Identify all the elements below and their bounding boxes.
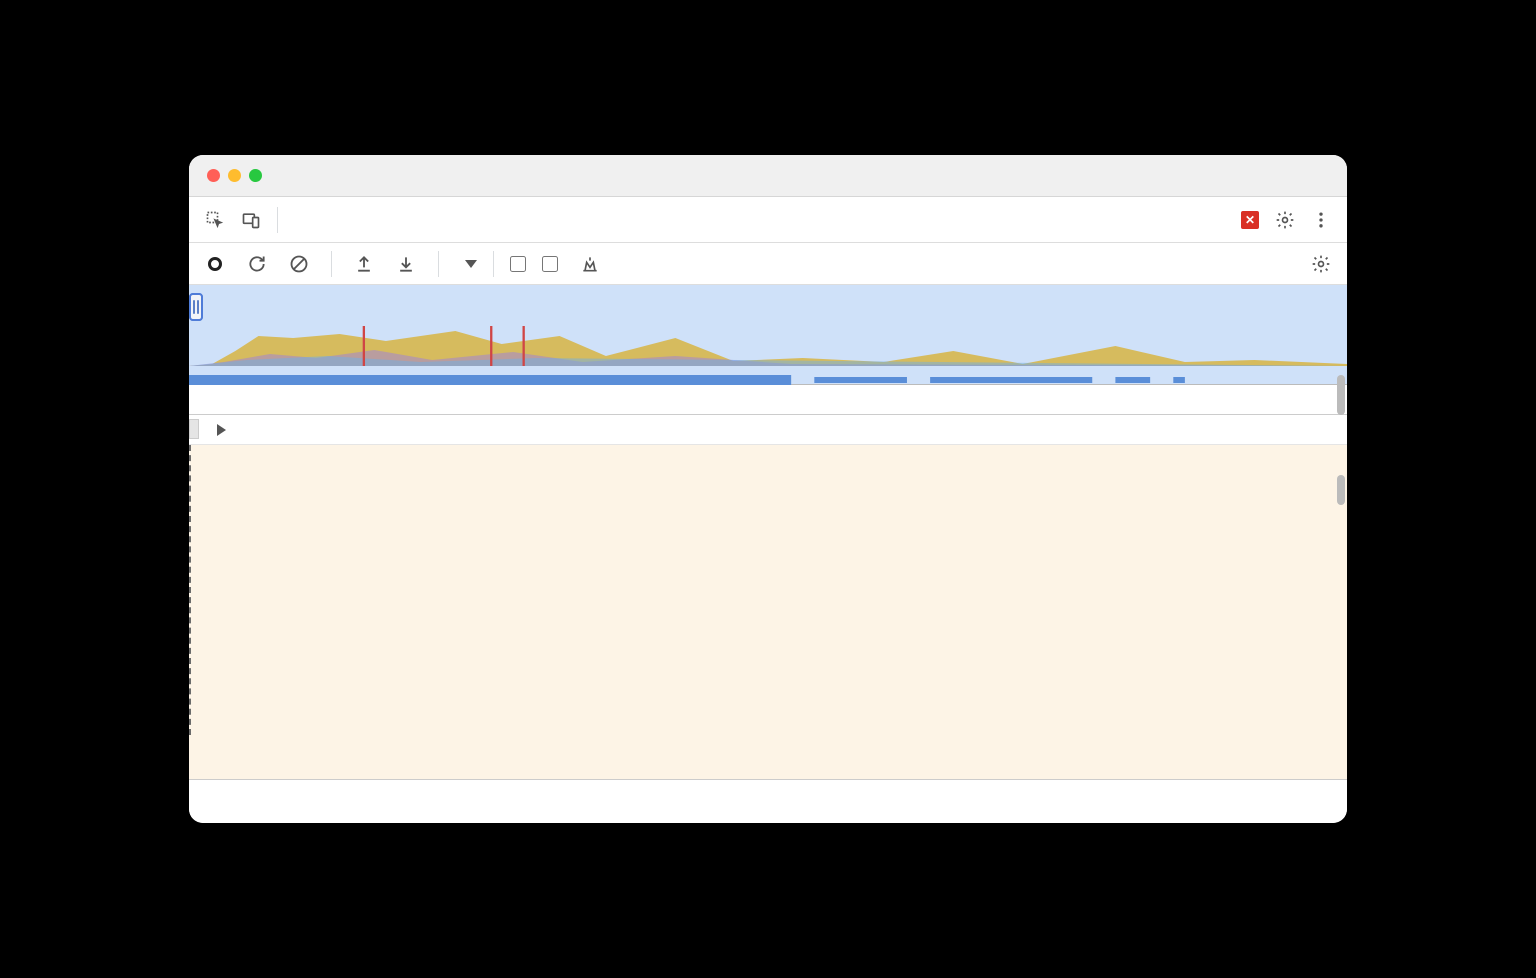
kebab-menu-icon[interactable] (1305, 204, 1337, 236)
record-button[interactable] (199, 248, 231, 280)
clear-button[interactable] (283, 248, 315, 280)
minimize-button[interactable] (228, 169, 241, 182)
screenshots-checkbox[interactable] (510, 256, 532, 272)
cpu-chart (189, 326, 1347, 366)
reload-button[interactable] (241, 248, 273, 280)
divider (277, 207, 278, 233)
error-count[interactable]: ✕ (1241, 211, 1265, 229)
maximize-button[interactable] (249, 169, 262, 182)
recording-select[interactable] (455, 260, 477, 268)
network-request-chip[interactable] (189, 419, 199, 439)
flame-ruler[interactable] (189, 385, 1347, 415)
time-cursor[interactable] (189, 445, 191, 735)
details-tabs (189, 779, 1347, 823)
capture-settings-icon[interactable] (1305, 248, 1337, 280)
scrollbar-track[interactable] (1335, 375, 1347, 779)
dropdown-caret-icon (465, 260, 477, 268)
flame-chart[interactable] (189, 445, 1347, 779)
overflow-tabs-icon[interactable] (292, 204, 324, 236)
device-toggle-icon[interactable] (235, 204, 267, 236)
close-button[interactable] (207, 169, 220, 182)
timeline-overview[interactable] (189, 285, 1347, 385)
main-toolbar: ✕ (189, 197, 1347, 243)
error-icon: ✕ (1241, 211, 1259, 229)
devtools-window: ✕ (189, 155, 1347, 823)
download-icon[interactable] (390, 248, 422, 280)
scrollbar-thumb[interactable] (1337, 375, 1345, 415)
performance-toolbar (189, 243, 1347, 285)
settings-icon[interactable] (1269, 204, 1301, 236)
upload-icon[interactable] (348, 248, 380, 280)
inspect-element-icon[interactable] (199, 204, 231, 236)
garbage-collect-icon[interactable] (574, 248, 606, 280)
traffic-lights (207, 169, 262, 182)
net-chart (189, 370, 1347, 380)
selection-handle-right[interactable] (189, 293, 203, 321)
titlebar[interactable] (189, 155, 1347, 197)
divider (438, 251, 439, 277)
divider (493, 251, 494, 277)
scrollbar-thumb[interactable] (1337, 475, 1345, 505)
network-row[interactable] (189, 415, 1347, 445)
memory-checkbox[interactable] (542, 256, 564, 272)
expand-icon[interactable] (217, 424, 226, 436)
divider (331, 251, 332, 277)
